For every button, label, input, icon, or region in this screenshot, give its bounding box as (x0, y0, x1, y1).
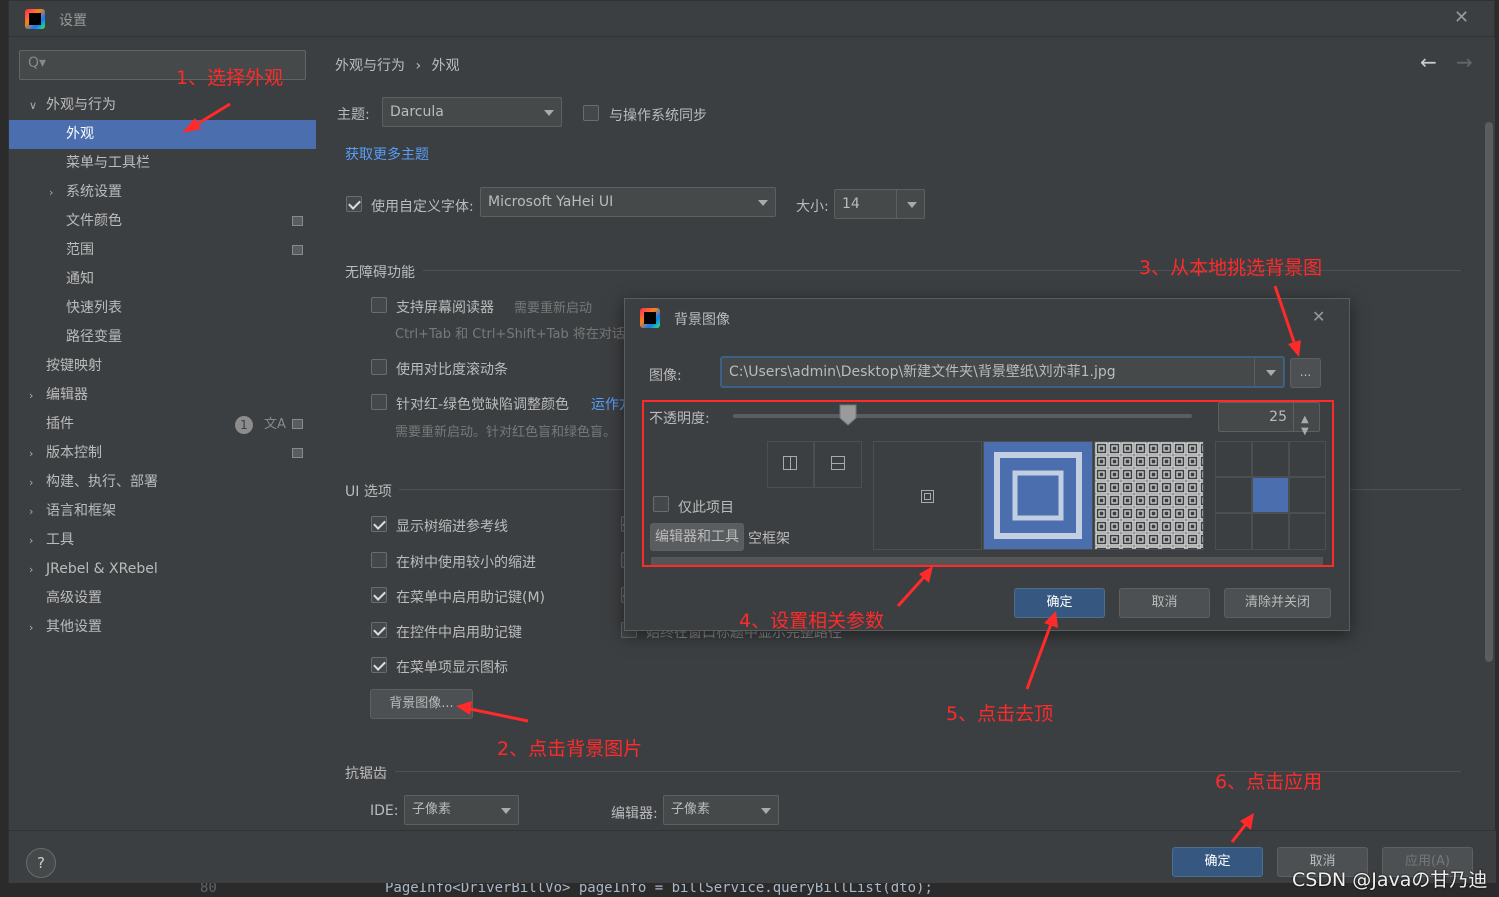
code-text: PageInfo<DriverBillVo> pageInfo = billSe… (385, 883, 933, 896)
annotation-arrows (182, 102, 1301, 843)
watermark: CSDN @Javaの甘乃迪 (1292, 869, 1488, 891)
editor-code-line: 80 PageInfo<DriverBillVo> pageInfo = bil… (0, 883, 1499, 897)
line-number: 80 (200, 883, 217, 896)
